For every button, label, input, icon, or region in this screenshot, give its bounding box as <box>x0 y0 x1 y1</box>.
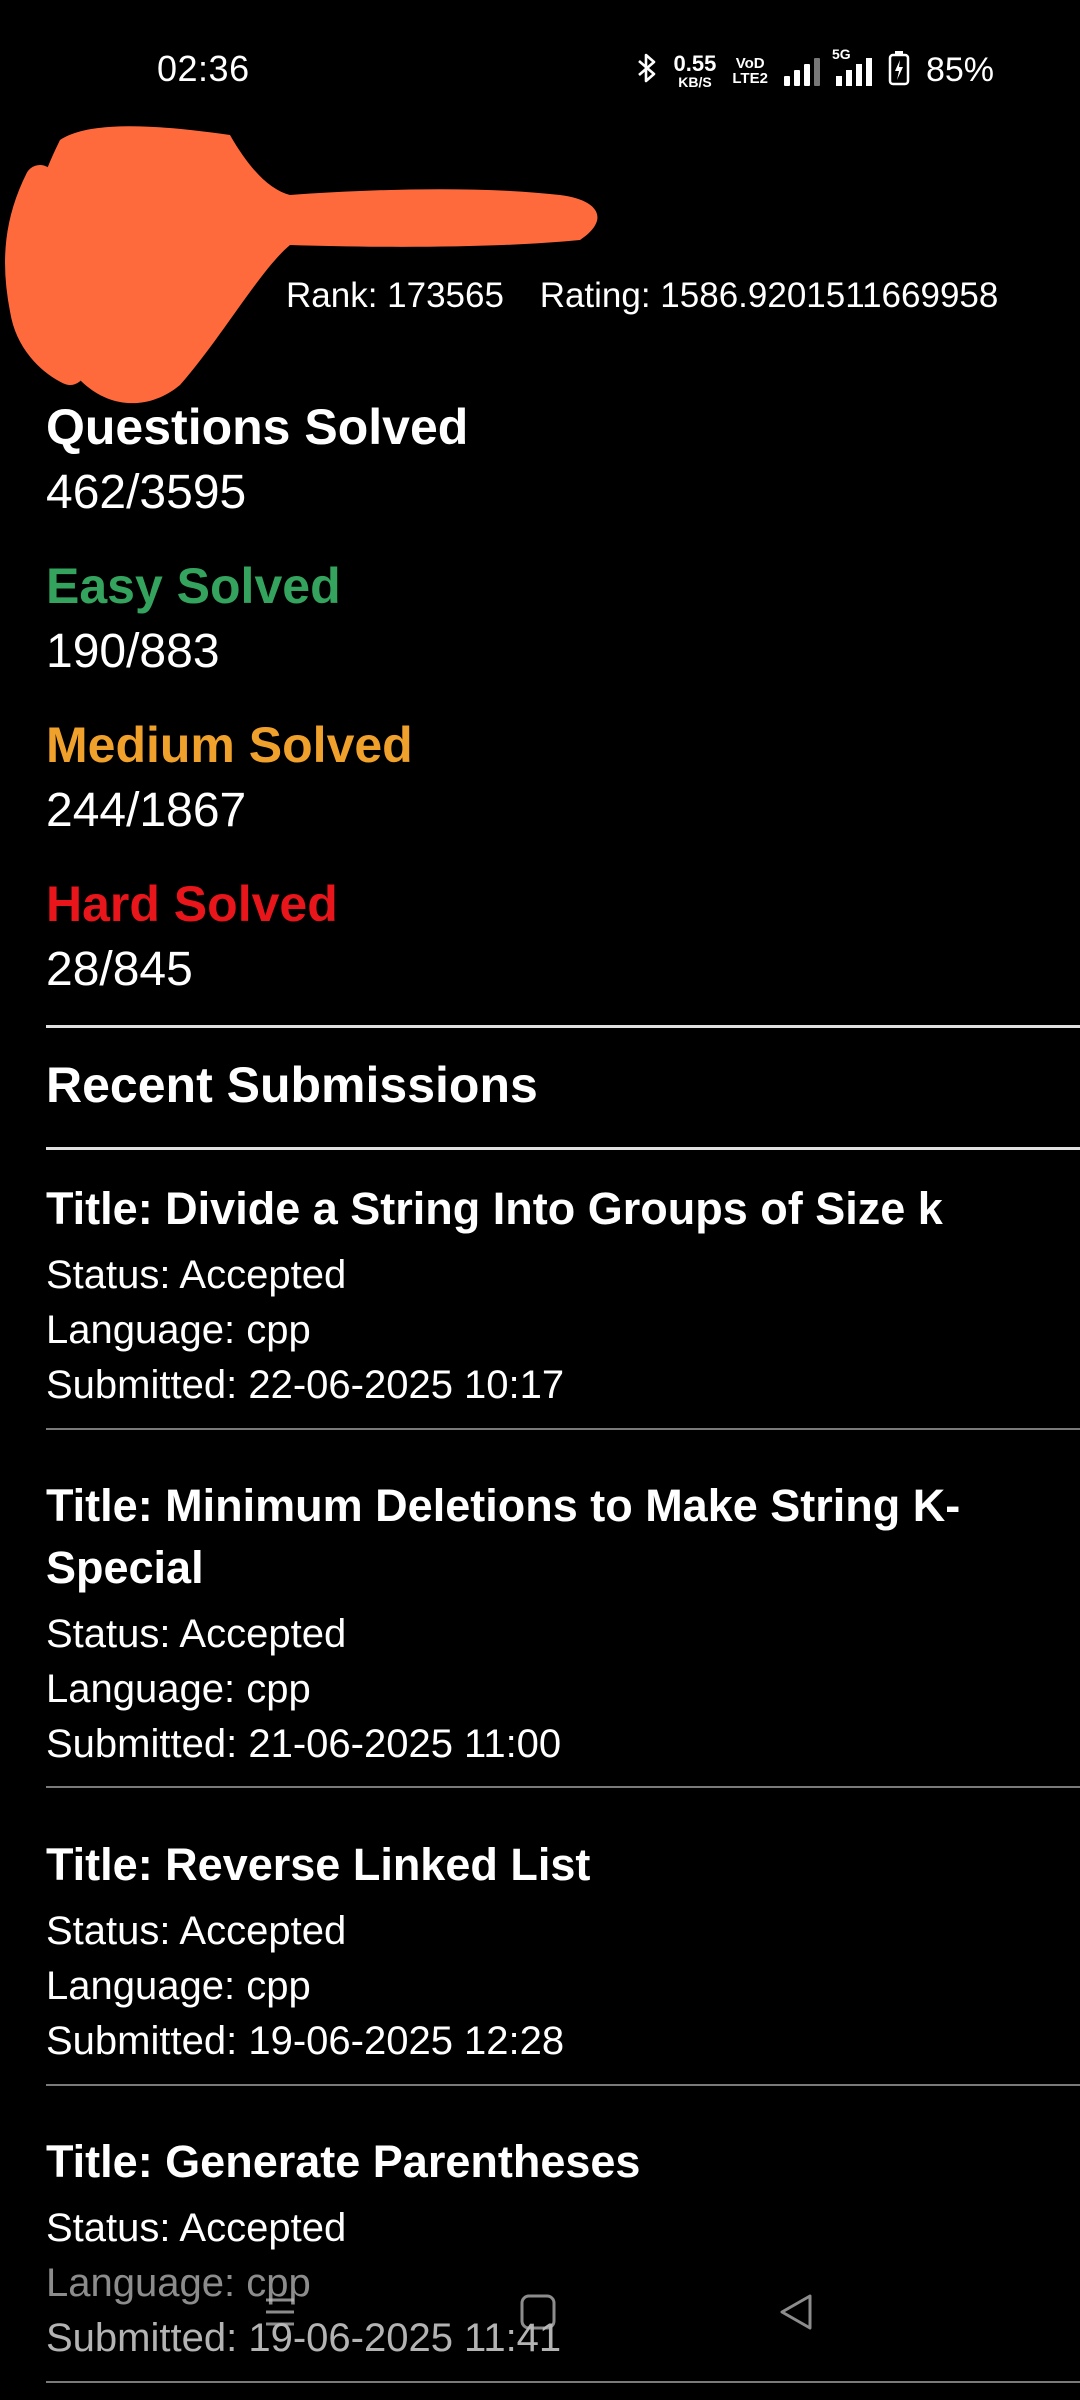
easy-solved-value: 190/883 <box>46 625 220 678</box>
recents-icon[interactable] <box>262 2290 298 2339</box>
hard-solved-value: 28/845 <box>46 943 193 996</box>
signal-icon <box>783 56 820 86</box>
volte-bottom: LTE2 <box>732 69 768 87</box>
questions-solved-label: Questions Solved <box>46 399 469 455</box>
submission-title: Title: Generate Parentheses <box>46 2136 641 2187</box>
volte-top: VoD <box>735 54 765 72</box>
submission-date: Submitted: 19-06-2025 12:28 <box>46 2019 565 2063</box>
five-g-label: 5G <box>831 45 851 62</box>
submission-language: Language: cpp <box>46 1308 311 1352</box>
bluetooth-icon <box>636 52 658 89</box>
item-divider <box>46 2084 1080 2086</box>
medium-solved-value: 244/1867 <box>46 784 247 837</box>
medium-solved-label: Medium Solved <box>46 717 413 773</box>
battery-percent: 85% <box>925 51 994 89</box>
questions-solved-value: 462/3595 <box>46 466 247 519</box>
rank-rating-line: Rank: 173565 Rating: 1586.9201511669958 <box>286 276 998 316</box>
item-divider <box>46 1786 1080 1788</box>
submission-language: Language: cpp <box>46 1964 311 2008</box>
submission-status: Status: Accepted <box>46 1909 347 1953</box>
submission-title: Title: Divide a String Into Groups of Si… <box>46 1183 943 1234</box>
submission-status: Status: Accepted <box>46 1612 347 1656</box>
submission-date: Submitted: 21-06-2025 11:00 <box>46 1722 562 1766</box>
submission-language: Language: cpp <box>46 1667 311 1711</box>
net-speed: 0.55 KB/S <box>673 50 717 90</box>
submission-item[interactable]: Title: Divide a String Into Groups of Si… <box>46 1178 1046 1413</box>
recent-submissions-heading: Recent Submissions <box>46 1057 538 1113</box>
section-divider <box>46 1147 1080 1150</box>
rank-text: Rank: 173565 <box>286 276 504 315</box>
five-g-signal-icon: 5G <box>832 46 872 86</box>
submission-title: Title: Minimum Deletions to Make String … <box>46 1480 961 1593</box>
submission-status: Status: Accepted <box>46 1253 347 1297</box>
easy-solved-label: Easy Solved <box>46 558 341 614</box>
status-time: 02:36 <box>157 48 250 89</box>
section-divider <box>46 1025 1080 1028</box>
net-speed-value: 0.55 <box>673 50 717 76</box>
back-icon[interactable] <box>776 2290 816 2339</box>
system-navigation-bar <box>0 2260 1080 2400</box>
volte-indicator: VoD LTE2 <box>732 56 768 86</box>
redacted-username-avatar <box>0 110 640 430</box>
net-speed-unit: KB/S <box>678 73 712 90</box>
submission-title: Title: Reverse Linked List <box>46 1839 591 1890</box>
submission-item[interactable]: Title: Minimum Deletions to Make String … <box>46 1475 1046 1772</box>
status-icons: 0.55 KB/S VoD LTE2 5G 85% <box>636 46 994 91</box>
submission-item[interactable]: Title: Reverse Linked List Status: Accep… <box>46 1834 1046 2069</box>
item-divider <box>46 1428 1080 1430</box>
submission-status: Status: Accepted <box>46 2206 347 2250</box>
battery-icon <box>888 50 910 91</box>
hard-solved-label: Hard Solved <box>46 876 338 932</box>
rating-text: Rating: 1586.9201511669958 <box>539 276 999 315</box>
home-icon[interactable] <box>518 2290 558 2339</box>
submission-date: Submitted: 22-06-2025 10:17 <box>46 1363 565 1407</box>
